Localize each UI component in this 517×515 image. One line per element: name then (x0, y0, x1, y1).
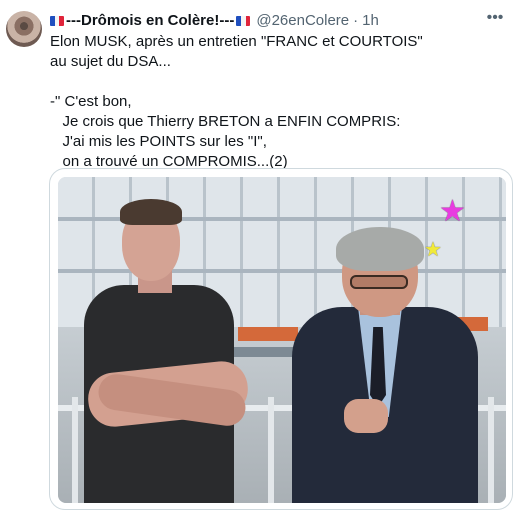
tweet[interactable]: ---Drômois en Colère!--- @26enColere · 1… (0, 0, 517, 515)
person-left-hair (120, 199, 182, 225)
yellow-star-icon: ★ (424, 237, 442, 261)
factory-equipment (238, 327, 298, 341)
ceiling-beam (58, 269, 506, 273)
avatar[interactable] (6, 11, 42, 47)
tweet-text-line: Elon MUSK, après un entretien "FRANC et … (50, 33, 423, 50)
more-options-icon[interactable]: ••• (485, 10, 505, 28)
tweet-text-line: Je crois que Thierry BRETON a ENFIN COMP… (50, 113, 401, 130)
tweet-header: ---Drômois en Colère!--- @26enColere · 1… (50, 11, 507, 31)
french-flag-icon (50, 16, 64, 26)
railing-post (488, 397, 494, 503)
author-handle[interactable]: @26enColere (256, 11, 349, 31)
tweet-text: Elon MUSK, après un entretien "FRANC et … (50, 32, 490, 172)
media-card[interactable]: ★ ★ (49, 168, 513, 510)
tweet-photo[interactable]: ★ ★ (58, 177, 506, 503)
glasses-icon (350, 275, 408, 289)
person-right-hands (344, 399, 388, 433)
tweet-text-line: -" C'est bon, (50, 93, 132, 110)
railing-post (72, 397, 78, 503)
tweet-timestamp[interactable]: 1h (362, 11, 379, 31)
tweet-text-line: J'ai mis les POINTS sur les "I", (50, 133, 267, 150)
tweet-text-line: au sujet du DSA... (50, 53, 171, 70)
pink-star-icon: ★ (439, 194, 466, 229)
french-flag-icon (236, 16, 251, 26)
author-display-name[interactable]: ---Drômois en Colère!--- (66, 11, 234, 31)
separator: · (353, 12, 359, 29)
railing-post (268, 397, 274, 503)
tweet-text-line (50, 72, 490, 92)
person-right-hair (336, 227, 424, 271)
